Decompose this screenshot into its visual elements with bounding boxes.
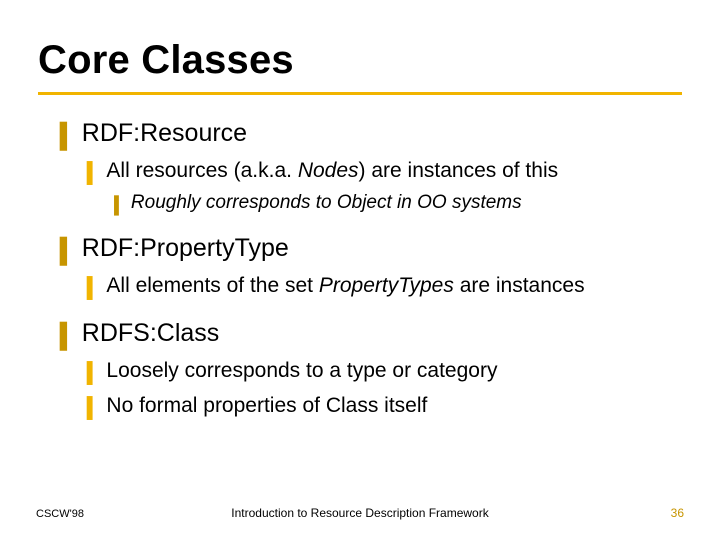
bullet-text: All elements of the set PropertyTypes ar… — [106, 272, 584, 299]
text-fragment: All elements of the set — [106, 274, 318, 297]
bullet-level2: ❚ All resources (a.k.a. Nodes) are insta… — [83, 157, 675, 184]
text-fragment: are instances — [454, 274, 585, 297]
text-emphasis: Nodes — [298, 159, 359, 182]
bullet-icon: ❚ — [55, 321, 72, 349]
bullet-level2: ❚ No formal properties of Class itself — [83, 392, 675, 419]
bullet-level1: ❚ RDF:Resource — [55, 118, 675, 149]
bullet-text: RDF:Resource — [82, 118, 247, 149]
bullet-text: Roughly corresponds to Object in OO syst… — [131, 191, 522, 216]
footer-page-number: 36 — [671, 506, 684, 520]
title-underline — [38, 92, 682, 95]
text-fragment: No formal properties of Class itself — [106, 394, 427, 417]
bullet-text: All resources (a.k.a. Nodes) are instanc… — [106, 157, 558, 184]
bullet-level1: ❚ RDFS:Class — [55, 318, 675, 349]
bullet-icon: ❚ — [111, 193, 122, 213]
bullet-icon: ❚ — [83, 162, 96, 185]
text-fragment: All resources (a.k.a. — [106, 159, 297, 182]
text-emphasis: PropertyTypes — [319, 274, 454, 297]
bullet-icon: ❚ — [55, 236, 72, 264]
bullet-level2: ❚ Loosely corresponds to a type or categ… — [83, 357, 675, 384]
slide: Core Classes ❚ RDF:Resource ❚ All resour… — [0, 0, 720, 540]
bullet-icon: ❚ — [55, 121, 72, 149]
bullet-text: RDFS:Class — [82, 318, 220, 349]
footer-center: Introduction to Resource Description Fra… — [0, 506, 720, 520]
text-fragment: Loosely corresponds to a type or categor… — [106, 359, 497, 382]
bullet-icon: ❚ — [83, 277, 96, 300]
bullet-level3: ❚ Roughly corresponds to Object in OO sy… — [111, 191, 675, 216]
bullet-text: Loosely corresponds to a type or categor… — [106, 357, 497, 384]
bullet-level2: ❚ All elements of the set PropertyTypes … — [83, 272, 675, 299]
bullet-text: No formal properties of Class itself — [106, 392, 427, 419]
text-fragment: ) are instances of this — [359, 159, 559, 182]
bullet-level1: ❚ RDF:PropertyType — [55, 233, 675, 264]
bullet-icon: ❚ — [83, 397, 96, 420]
content-area: ❚ RDF:Resource ❚ All resources (a.k.a. N… — [55, 118, 675, 420]
bullet-icon: ❚ — [83, 361, 96, 384]
slide-title: Core Classes — [38, 38, 294, 83]
bullet-text: RDF:PropertyType — [82, 233, 289, 264]
